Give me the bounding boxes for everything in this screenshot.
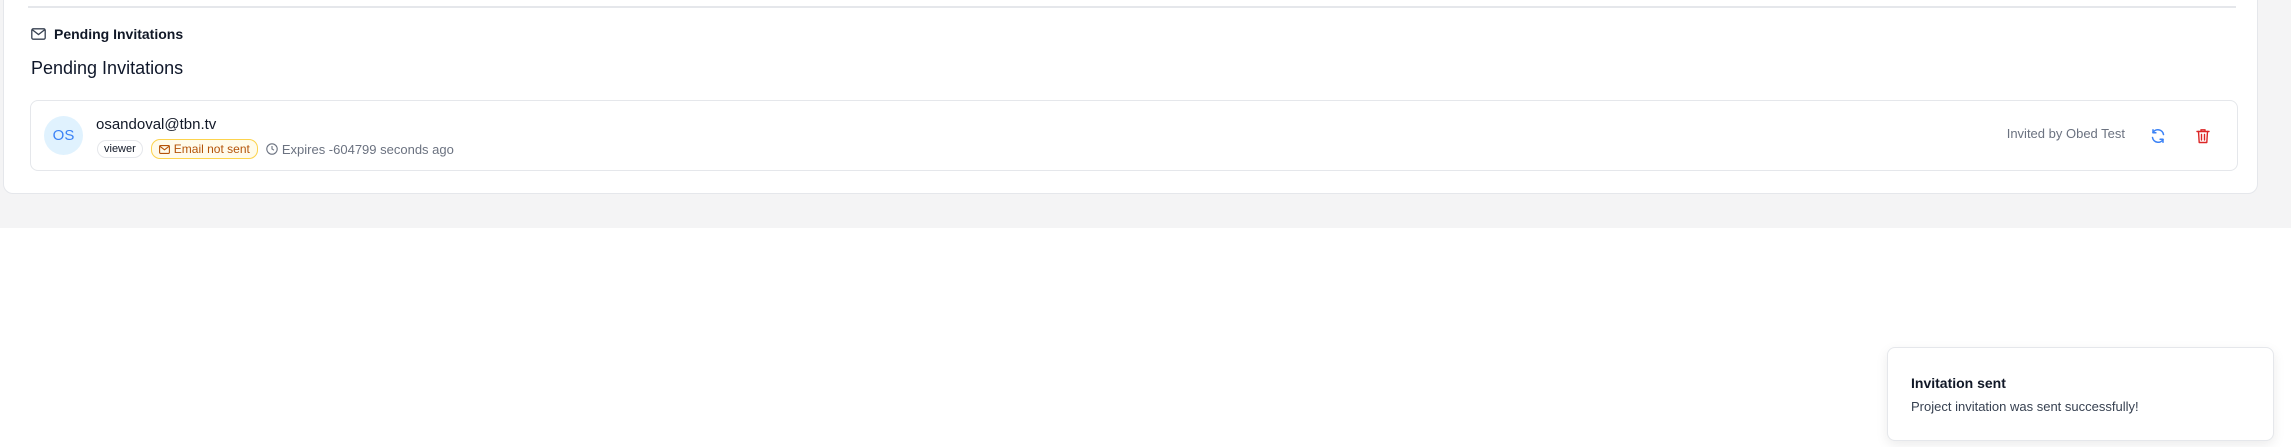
trash-icon (2196, 128, 2210, 144)
invited-by-label: Invited by Obed Test (2006, 126, 2125, 141)
toast-title: Invitation sent (1911, 375, 2006, 391)
delete-invitation-button[interactable] (2192, 125, 2214, 147)
invitation-meta: viewer Email not sent Expires -604799 se… (97, 139, 454, 159)
invitation-row: OS osandoval@tbn.tv viewer Email not sen… (30, 100, 2238, 171)
mail-icon (158, 144, 170, 154)
section-header: Pending Invitations (31, 24, 183, 44)
toast-message: Project invitation was sent successfully… (1911, 399, 2139, 414)
refresh-icon (2150, 128, 2166, 144)
page-title: Pending Invitations (31, 58, 184, 78)
mail-icon (31, 28, 46, 40)
invitee-email: osandoval@tbn.tv (96, 116, 217, 133)
expiry-info: Expires -604799 seconds ago (266, 142, 454, 157)
divider (28, 6, 2236, 8)
email-status-label: Email not sent (173, 142, 250, 156)
clock-icon (266, 143, 278, 155)
email-status-badge: Email not sent (150, 139, 258, 159)
resend-invitation-button[interactable] (2147, 125, 2169, 147)
toast-notification: Invitation sent Project invitation was s… (1887, 347, 2274, 441)
avatar: OS (44, 116, 83, 155)
role-badge: viewer (97, 140, 143, 158)
expiry-label: Expires -604799 seconds ago (281, 141, 454, 157)
section-header-label: Pending Invitations (54, 26, 184, 42)
pending-invitations-card: Pending Invitations Pending Invitations … (3, 0, 2258, 194)
